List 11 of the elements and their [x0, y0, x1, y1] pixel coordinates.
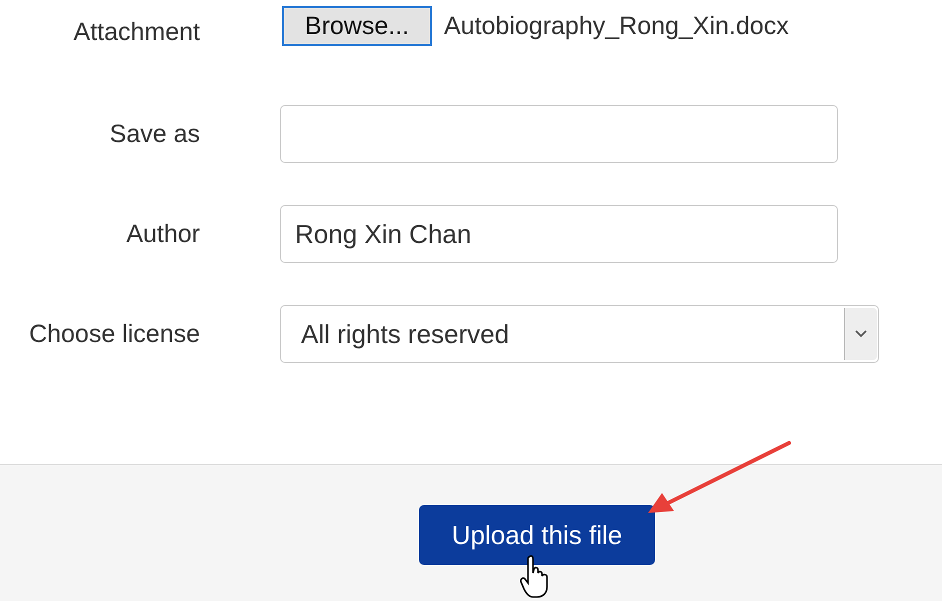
file-name: Autobiography_Rong_Xin.docx [444, 12, 789, 40]
field-label: Save as [108, 120, 201, 148]
input-field[interactable]: Rong Xin Chan [280, 205, 838, 263]
field-label: Choose license [28, 320, 201, 348]
field-label: Attachment [72, 17, 201, 47]
browse-button[interactable]: Browse... [282, 6, 432, 46]
field-label: Author [125, 220, 201, 248]
license-dropdown[interactable]: All rights reserved [280, 305, 879, 363]
input-field[interactable] [280, 105, 838, 163]
caret-icon[interactable] [844, 308, 877, 360]
upload-button[interactable]: Upload this file [419, 505, 655, 565]
